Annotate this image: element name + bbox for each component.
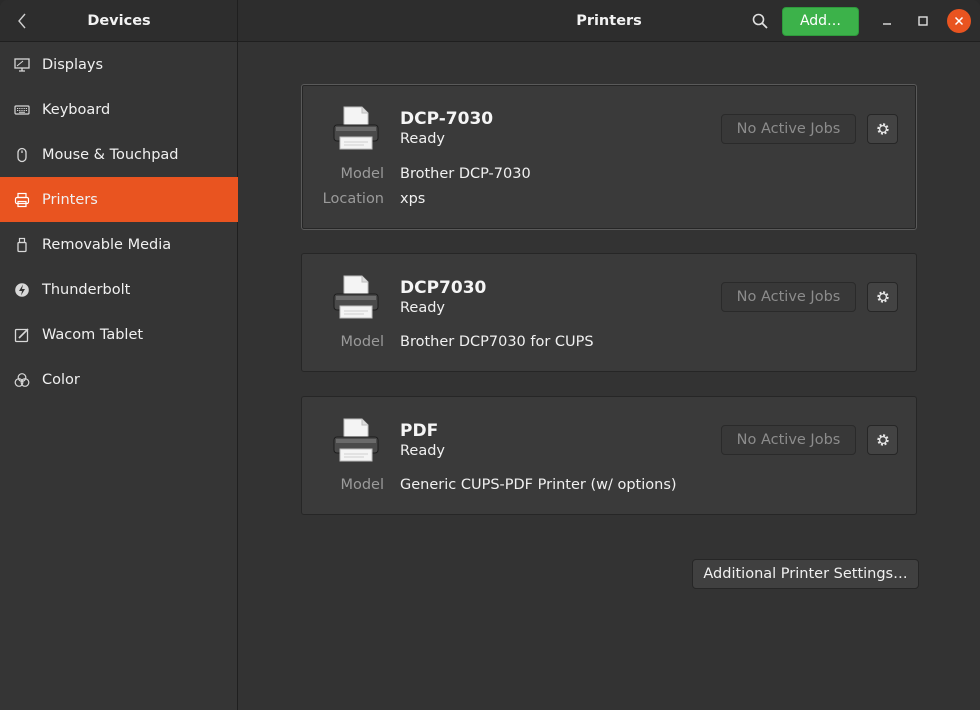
printer-card[interactable]: PDF Ready No Active Jobs Model Generic C…	[301, 396, 917, 515]
sidebar-item-label: Displays	[42, 56, 104, 73]
jobs-button: No Active Jobs	[721, 114, 856, 144]
sidebar-item-removable-media[interactable]: Removable Media	[0, 222, 238, 267]
sidebar-item-label: Mouse & Touchpad	[42, 146, 179, 163]
close-button[interactable]	[947, 9, 971, 33]
model-key: Model	[340, 334, 384, 350]
minimize-icon	[883, 23, 891, 25]
search-button[interactable]	[746, 7, 774, 35]
printer-name: PDF	[400, 421, 439, 441]
usb-drive-icon	[13, 236, 31, 254]
printer-status: Ready	[400, 300, 446, 316]
printers-panel: DCP-7030 Ready No Active Jobs Model Brot…	[238, 42, 980, 710]
maximize-icon	[918, 16, 928, 26]
sidebar-item-color[interactable]: Color	[0, 357, 238, 402]
back-button[interactable]	[8, 7, 36, 35]
keyboard-icon	[13, 101, 31, 119]
search-icon	[752, 13, 768, 29]
additional-printer-settings-button[interactable]: Additional Printer Settings…	[692, 559, 919, 589]
mouse-icon	[13, 146, 31, 164]
printer-device-icon	[333, 106, 379, 150]
display-icon	[13, 56, 31, 74]
tablet-pen-icon	[13, 326, 31, 344]
header-bar: Devices Printers Add…	[0, 0, 980, 42]
model-value: Brother DCP7030 for CUPS	[400, 334, 594, 350]
model-key: Model	[340, 477, 384, 493]
printer-settings-button[interactable]	[867, 282, 898, 312]
jobs-button: No Active Jobs	[721, 425, 856, 455]
printer-status: Ready	[400, 131, 446, 147]
sidebar-item-keyboard[interactable]: Keyboard	[0, 87, 238, 132]
page-title: Printers	[576, 13, 642, 29]
printer-card[interactable]: DCP-7030 Ready No Active Jobs Model Brot…	[301, 84, 917, 230]
settings-window: Devices Printers Add… Displays Keyboard …	[0, 0, 980, 710]
sidebar-header: Devices	[0, 0, 238, 42]
printer-name: DCP-7030	[400, 109, 494, 129]
sidebar-item-label: Printers	[42, 191, 98, 208]
sidebar-item-label: Wacom Tablet	[42, 326, 144, 343]
thunderbolt-icon	[13, 281, 31, 299]
maximize-button[interactable]	[911, 9, 935, 33]
location-value: xps	[400, 191, 426, 207]
gear-icon	[876, 123, 889, 135]
sidebar-item-wacom-tablet[interactable]: Wacom Tablet	[0, 312, 238, 357]
printer-device-icon	[333, 418, 379, 462]
sidebar-item-displays[interactable]: Displays	[0, 42, 238, 87]
model-key: Model	[340, 166, 384, 182]
sidebar-item-label: Thunderbolt	[42, 281, 131, 298]
color-icon	[13, 371, 31, 389]
add-printer-button[interactable]: Add…	[782, 7, 859, 36]
printer-settings-button[interactable]	[867, 425, 898, 455]
sidebar-item-label: Removable Media	[42, 236, 172, 253]
printer-device-icon	[333, 275, 379, 319]
printer-icon	[13, 191, 31, 209]
sidebar-item-label: Color	[42, 371, 80, 388]
printer-settings-button[interactable]	[867, 114, 898, 144]
location-key: Location	[322, 191, 384, 207]
model-value: Generic CUPS-PDF Printer (w/ options)	[400, 477, 677, 493]
close-icon	[954, 16, 964, 26]
sidebar-item-label: Keyboard	[42, 101, 111, 118]
sidebar-item-thunderbolt[interactable]: Thunderbolt	[0, 267, 238, 312]
gear-icon	[876, 291, 889, 303]
sidebar-item-printers[interactable]: Printers	[0, 177, 238, 222]
minimize-button[interactable]	[875, 9, 899, 33]
sidebar-item-mouse-touchpad[interactable]: Mouse & Touchpad	[0, 132, 238, 177]
gear-icon	[876, 434, 889, 446]
printer-status: Ready	[400, 443, 446, 459]
printer-card[interactable]: DCP7030 Ready No Active Jobs Model Broth…	[301, 253, 917, 372]
printer-name: DCP7030	[400, 278, 487, 298]
chevron-left-icon	[18, 13, 26, 29]
model-value: Brother DCP-7030	[400, 166, 531, 182]
sidebar: Displays Keyboard Mouse & Touchpad Print…	[0, 42, 238, 710]
jobs-button: No Active Jobs	[721, 282, 856, 312]
